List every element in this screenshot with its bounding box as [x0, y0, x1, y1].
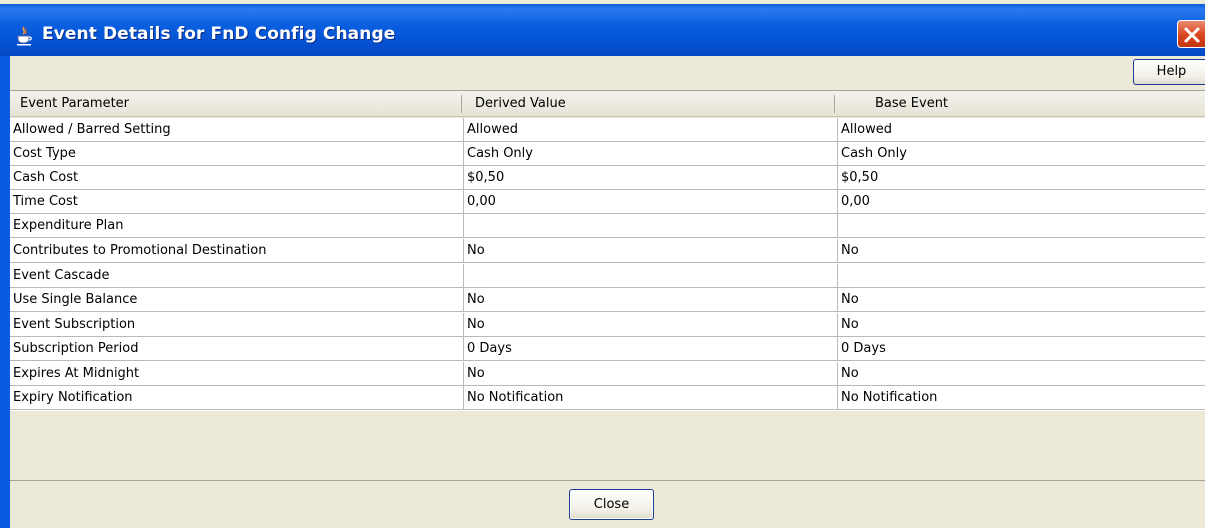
cell-derived-value: $0,50 — [463, 166, 837, 189]
table-row[interactable]: Use Single Balance No No — [10, 288, 1205, 312]
cell-base-event: $0,50 — [837, 166, 1205, 189]
column-divider[interactable] — [461, 95, 462, 113]
cell-base-event: 0 Days — [837, 337, 1205, 360]
cell-derived-value: Allowed — [463, 118, 837, 141]
column-divider[interactable] — [834, 95, 835, 113]
table-row[interactable]: Cash Cost $0,50 $0,50 — [10, 166, 1205, 190]
cell-base-event: Allowed — [837, 118, 1205, 141]
cell-base-event: 0,00 — [837, 190, 1205, 213]
column-header-derived-value[interactable]: Derived Value — [463, 91, 837, 117]
window-title: Event Details for FnD Config Change — [42, 24, 396, 44]
table-row[interactable]: Cost Type Cash Only Cash Only — [10, 142, 1205, 166]
cell-parameter: Event Subscription — [13, 317, 136, 332]
cell-parameter: Subscription Period — [13, 341, 139, 356]
cell-derived-value: No — [463, 362, 837, 385]
table-row[interactable]: Contributes to Promotional Destination N… — [10, 239, 1205, 263]
table-row[interactable]: Event Cascade — [10, 264, 1205, 288]
table-row[interactable]: Expenditure Plan — [10, 214, 1205, 238]
cell-derived-value: No — [463, 313, 837, 336]
cell-base-event: Cash Only — [837, 142, 1205, 165]
cell-derived-value: No — [463, 239, 837, 262]
table-row[interactable]: Event Subscription No No — [10, 313, 1205, 337]
column-header-base-event[interactable]: Base Event — [837, 91, 1205, 117]
cell-parameter: Allowed / Barred Setting — [13, 122, 171, 137]
title-bar[interactable]: Event Details for FnD Config Change — [0, 4, 1205, 56]
cell-parameter: Expenditure Plan — [13, 218, 124, 233]
window-close-button[interactable] — [1177, 20, 1205, 48]
cell-base-event: No — [837, 313, 1205, 336]
java-cup-icon — [17, 26, 32, 46]
cell-base-event — [837, 264, 1205, 287]
close-icon — [1184, 27, 1200, 43]
event-details-table: Allowed / Barred Setting Allowed Allowed… — [10, 118, 1205, 411]
cell-parameter: Contributes to Promotional Destination — [13, 243, 267, 258]
cell-base-event: No — [837, 288, 1205, 311]
cell-derived-value — [463, 214, 837, 237]
dialog-window: Event Details for FnD Config Change Help… — [0, 0, 1205, 528]
cell-parameter: Expires At Midnight — [13, 366, 140, 381]
close-button[interactable]: Close — [569, 489, 654, 520]
cell-parameter: Cash Cost — [13, 170, 79, 185]
help-button[interactable]: Help — [1133, 59, 1205, 85]
cell-derived-value: No — [463, 288, 837, 311]
cell-parameter: Event Cascade — [13, 268, 110, 283]
cell-derived-value: No Notification — [463, 386, 837, 409]
cell-parameter: Expiry Notification — [13, 390, 133, 405]
cell-parameter: Time Cost — [13, 194, 78, 209]
cell-parameter: Use Single Balance — [13, 292, 138, 307]
table-row[interactable]: Time Cost 0,00 0,00 — [10, 190, 1205, 214]
table-row[interactable]: Subscription Period 0 Days 0 Days — [10, 337, 1205, 361]
cell-derived-value: 0 Days — [463, 337, 837, 360]
column-header-event-parameter[interactable]: Event Parameter — [10, 91, 463, 117]
table-row[interactable]: Allowed / Barred Setting Allowed Allowed — [10, 118, 1205, 142]
cell-parameter: Cost Type — [13, 146, 76, 161]
cell-base-event — [837, 214, 1205, 237]
cell-base-event: No Notification — [837, 386, 1205, 409]
cell-derived-value: 0,00 — [463, 190, 837, 213]
cell-derived-value — [463, 264, 837, 287]
toolbar — [10, 56, 1205, 90]
cell-base-event: No — [837, 362, 1205, 385]
table-row[interactable]: Expiry Notification No Notification No N… — [10, 386, 1205, 410]
cell-base-event: No — [837, 239, 1205, 262]
footer-divider — [10, 480, 1205, 481]
window-left-border — [0, 56, 10, 528]
table-row[interactable]: Expires At Midnight No No — [10, 362, 1205, 386]
cell-derived-value: Cash Only — [463, 142, 837, 165]
